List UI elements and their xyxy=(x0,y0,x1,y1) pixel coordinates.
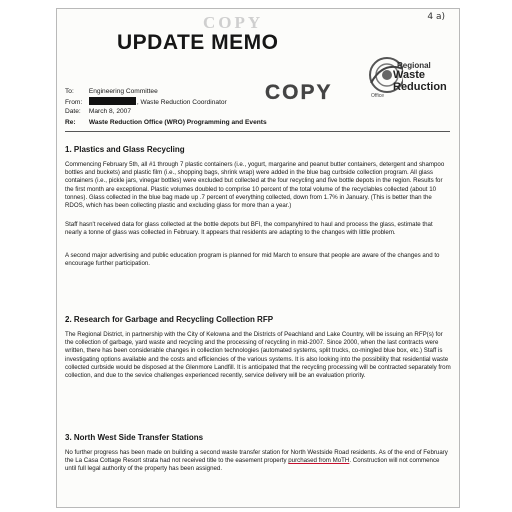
underlined-moth-text: purchased from MoTH xyxy=(288,457,350,465)
re-value: Waste Reduction Office (WRO) Programming… xyxy=(88,119,267,126)
header-divider xyxy=(65,131,450,132)
header-from: From: , Waste Reduction Coordinator xyxy=(65,97,227,107)
section-1-heading: 1. Plastics and Glass Recycling xyxy=(65,145,185,154)
memo-title: UPDATE MEMO xyxy=(117,31,279,54)
from-value: , Waste Reduction Coordinator xyxy=(136,99,227,106)
handwritten-note: 4 a) xyxy=(427,12,445,22)
logo-line-reduction: Reduction xyxy=(393,81,447,93)
from-label: From: xyxy=(65,99,83,106)
regional-waste-reduction-logo: Regional Waste Reduction Office xyxy=(363,53,453,113)
faint-copy-mark: COPY xyxy=(203,13,264,32)
section-1-paragraph-1: Commencing February 5th, all #1 through … xyxy=(65,161,445,210)
header-re: Re: Waste Reduction Office (WRO) Program… xyxy=(65,118,267,127)
section-2-heading: 2. Research for Garbage and Recycling Co… xyxy=(65,315,274,324)
to-value: Engineering Committee xyxy=(88,88,158,95)
re-label: Re: xyxy=(65,119,76,126)
logo-line-office: Office xyxy=(371,93,384,99)
section-2-paragraph-1: The Regional District, in partnership wi… xyxy=(65,331,451,380)
section-1-paragraph-2: Staff hasn't received data for glass col… xyxy=(65,221,433,237)
date-label: Date: xyxy=(65,108,81,115)
redacted-name xyxy=(88,97,136,105)
section-1-paragraph-3: A second major advertising and public ed… xyxy=(65,252,440,268)
logo-line-waste: Waste xyxy=(393,69,425,81)
memo-page: COPY 4 a) UPDATE MEMO Regional Waste Red… xyxy=(56,8,460,508)
section-3-heading: 3. North West Side Transfer Stations xyxy=(65,433,204,442)
header-to: To: Engineering Committee xyxy=(65,87,158,96)
copy-stamp: COPY xyxy=(265,81,333,104)
header-date: Date: March 8, 2007 xyxy=(65,107,131,116)
section-3-paragraph-1: No further progress has been made on bui… xyxy=(65,449,451,474)
date-value: March 8, 2007 xyxy=(88,108,131,115)
to-label: To: xyxy=(65,88,74,95)
